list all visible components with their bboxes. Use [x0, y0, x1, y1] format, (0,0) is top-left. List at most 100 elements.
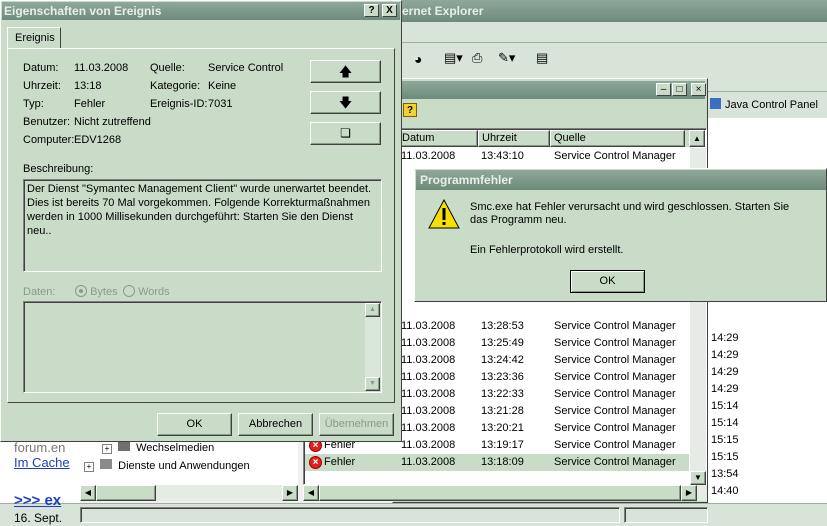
field-type-value: Fehler — [74, 98, 106, 110]
error-message: Smc.exe hat Fehler verursacht und wird g… — [470, 201, 790, 226]
time-item: 14:40 — [711, 485, 739, 497]
properties-title: Eigenschaften von Ereignis — [4, 4, 162, 18]
tree-panel: + Wechselmedien + Dienste und Anwendunge… — [80, 440, 298, 485]
field-date-label: Datum: — [23, 62, 59, 74]
tab-panel: Datum: 11.03.2008 Uhrzeit: 13:18 Typ: Fe… — [7, 48, 395, 403]
field-source-label: Quelle: — [150, 62, 185, 74]
tree-item-services[interactable]: + Dienste und Anwendungen — [84, 459, 250, 472]
error-dialog: Programmfehler Smc.exe hat Fehler verurs… — [414, 168, 827, 302]
scroll-down-button[interactable]: ▼ — [690, 471, 706, 485]
tree-item-removable-media[interactable]: + Wechselmedien — [102, 442, 214, 454]
minimize-button[interactable]: – — [656, 83, 671, 96]
expand-icon[interactable]: + — [102, 444, 112, 454]
page-icon[interactable]: ▤ — [536, 50, 548, 66]
time-item: 15:14 — [711, 417, 739, 429]
radio-words-icon — [123, 285, 135, 297]
description-text: Der Dienst "Symantec Management Client" … — [27, 183, 372, 237]
ie-menu-bar — [400, 22, 827, 43]
field-computer-label: Computer: — [23, 134, 75, 146]
scroll-up-button[interactable]: ▲ — [365, 303, 380, 317]
scroll-thumb[interactable] — [319, 485, 681, 501]
field-source-value: Service Control — [208, 62, 284, 74]
print-icon[interactable]: ⎙ — [472, 50, 482, 66]
ie-title-bar: ernet Explorer — [400, 0, 827, 22]
copy-button[interactable]: ❏ — [310, 122, 381, 145]
history-icon[interactable]: ▤▾ — [444, 50, 463, 66]
left-page-text: forum.en — [14, 440, 66, 455]
ie-title: ernet Explorer — [402, 4, 484, 18]
scroll-down-button[interactable]: ▼ — [365, 377, 380, 391]
description-textbox[interactable]: Der Dienst "Symantec Management Client" … — [23, 179, 382, 272]
properties-dialog: Eigenschaften von Ereignis ? X Ereignis … — [0, 0, 402, 442]
time-item: 15:15 — [711, 434, 739, 446]
field-type-label: Typ: — [23, 98, 44, 110]
time-item: 15:15 — [711, 451, 739, 463]
field-category-value: Keine — [208, 80, 237, 92]
help-icon[interactable]: ? — [403, 103, 417, 117]
radio-bytes-icon — [75, 285, 87, 297]
left-page-heading[interactable]: >>> ex — [14, 492, 61, 509]
close-button[interactable]: X — [382, 4, 397, 17]
data-label: Daten: — [23, 286, 56, 298]
radio-bytes[interactable]: Bytes — [75, 285, 118, 298]
link-java-control-panel[interactable]: Java Control Panel — [725, 99, 818, 111]
help-button[interactable]: ? — [364, 4, 379, 17]
scroll-right-button[interactable]: ▶ — [282, 485, 298, 501]
time-item: 14:29 — [711, 349, 739, 361]
scroll-thumb[interactable] — [96, 485, 156, 501]
scroll-left-button[interactable]: ◀ — [303, 485, 319, 501]
field-computer-value: EDV1268 — [74, 134, 122, 146]
field-event-id-value: 7031 — [208, 98, 233, 110]
error-sub: Ein Fehlerprotokoll wird erstellt. — [470, 244, 624, 256]
field-user-label: Benutzer: — [23, 116, 71, 128]
tree-hscroll[interactable]: ◀ ▶ — [80, 485, 298, 501]
field-category-label: Kategorie: — [150, 80, 201, 92]
description-label: Beschreibung: — [23, 163, 94, 175]
previous-event-button[interactable]: 🡅 — [310, 60, 381, 83]
scroll-up-button[interactable]: ▲ — [689, 130, 705, 147]
ok-button[interactable]: OK — [157, 413, 232, 436]
copy-icon: ❏ — [340, 126, 351, 140]
col-header-date[interactable]: Datum — [398, 130, 478, 147]
edit-icon[interactable]: ✎▾ — [498, 50, 515, 66]
services-icon — [100, 459, 113, 469]
event-viewer-title-bar: – □ × — [395, 81, 706, 99]
time-item: 13:54 — [711, 468, 739, 480]
java-icon — [710, 98, 721, 109]
data-textbox[interactable]: ▲ ▼ — [23, 301, 382, 393]
field-time-value: 13:18 — [74, 80, 102, 92]
properties-title-bar: Eigenschaften von Ereignis ? X — [2, 2, 400, 20]
error-title: Programmfehler — [420, 173, 513, 187]
time-item: 14:29 — [711, 383, 739, 395]
ie-links-bar: Java Control Panel — [707, 92, 827, 118]
table-row-selected[interactable]: × Fehler 11.03.2008 13:18:09 Service Con… — [305, 454, 689, 471]
tab-ereignis[interactable]: Ereignis — [7, 27, 61, 49]
expand-icon[interactable]: + — [84, 462, 94, 472]
error-ok-button[interactable]: OK — [570, 270, 645, 293]
close-button[interactable]: × — [691, 83, 706, 96]
ie-time-list: 14:29 14:29 14:29 14:29 15:14 15:14 15:1… — [711, 330, 739, 500]
event-list-hscroll[interactable]: ◀ ▶ — [303, 485, 707, 501]
left-page-date: 16. Sept. — [14, 511, 63, 525]
field-user-value: Nicht zutreffend — [74, 116, 151, 128]
refresh-icon[interactable]: ◕ — [414, 51, 422, 67]
time-item: 14:29 — [711, 366, 739, 378]
scroll-right-button[interactable]: ▶ — [681, 485, 697, 501]
maximize-button[interactable]: □ — [672, 83, 687, 96]
data-scrollbar[interactable]: ▲ ▼ — [365, 303, 380, 391]
col-header-time[interactable]: Uhrzeit — [478, 130, 550, 147]
drive-icon — [118, 442, 131, 451]
cancel-button[interactable]: Abbrechen — [238, 413, 313, 436]
apply-button[interactable]: Übernehmen — [319, 413, 394, 436]
arrow-up-icon: 🡅 — [338, 64, 353, 79]
field-event-id-label: Ereignis-ID: — [150, 98, 208, 110]
time-item: 15:14 — [711, 400, 739, 412]
col-header-source[interactable]: Quelle — [550, 130, 685, 147]
left-page-cache-link[interactable]: Im Cache — [14, 455, 70, 470]
time-item: 14:29 — [711, 332, 739, 344]
radio-words[interactable]: Words — [123, 285, 170, 298]
field-date-value: 11.03.2008 — [74, 62, 129, 74]
error-title-bar: Programmfehler — [416, 170, 826, 190]
next-event-button[interactable]: 🡇 — [310, 91, 381, 114]
scroll-left-button[interactable]: ◀ — [80, 485, 96, 501]
